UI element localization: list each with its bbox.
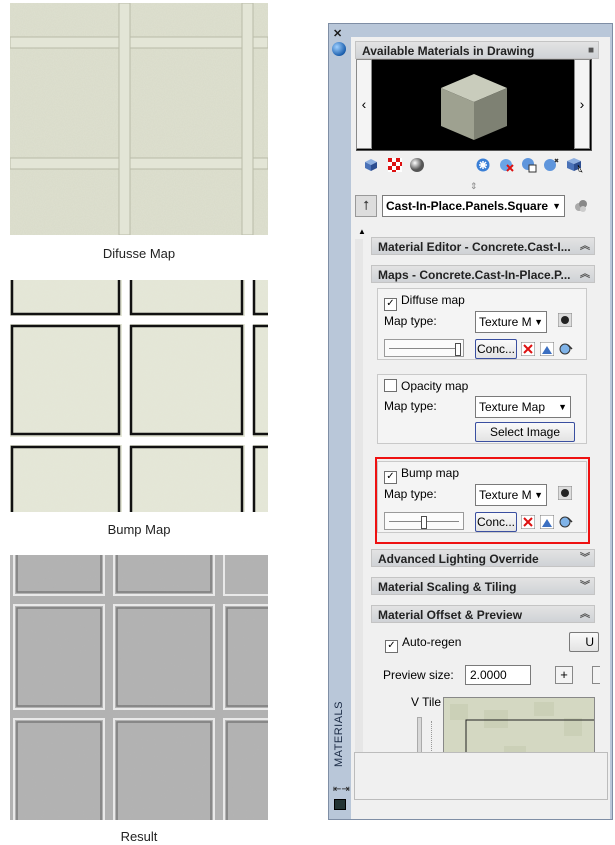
available-materials-title: Available Materials in Drawing	[362, 44, 535, 58]
caption-bump: Bump Map	[107, 522, 171, 537]
diffuse-map-type-label: Map type:	[384, 314, 437, 328]
opacity-map-label: Opacity map	[401, 379, 469, 393]
scaling-tiling-title: Material Scaling & Tiling	[378, 580, 517, 594]
diffuse-blend-thumb[interactable]	[455, 343, 461, 356]
opacity-map-checkbox[interactable]	[384, 379, 397, 392]
auto-regen-toggle[interactable]: ✓ Auto-regen	[385, 635, 461, 653]
material-selector[interactable]: Cast-In-Place.Panels.Square ▼	[382, 195, 565, 217]
apply-icon[interactable]	[475, 157, 491, 173]
opacity-map-group: Opacity map Map type: Texture Map ▼ Sele…	[377, 374, 587, 444]
create-material-icon[interactable]	[363, 157, 379, 173]
scaling-tiling-header[interactable]: Material Scaling & Tiling ︾	[371, 577, 595, 595]
menu-icon[interactable]	[334, 799, 346, 810]
swatch-prev-button[interactable]: ‹	[356, 59, 372, 149]
caption-diffuse: Difusse Map	[102, 246, 176, 261]
maps-title: Maps - Concrete.Cast-In-Place.P...	[378, 268, 571, 282]
delete-icon[interactable]	[499, 157, 515, 173]
swatch-next-button[interactable]: ›	[574, 59, 590, 149]
map-preview-icon[interactable]	[540, 342, 554, 356]
diffuse-map-image	[10, 3, 268, 235]
palette-title: MATERIALS	[333, 700, 345, 767]
checker-icon[interactable]	[387, 157, 403, 173]
maps-header[interactable]: Maps - Concrete.Cast-In-Place.P... ︽	[371, 265, 595, 283]
material-editor-header[interactable]: Material Editor - Concrete.Cast-I... ︽	[371, 237, 595, 255]
diffuse-map-checkbox[interactable]: ✓	[384, 298, 397, 311]
bump-map-image	[10, 280, 268, 512]
advanced-lighting-header[interactable]: Advanced Lighting Override ︾	[371, 549, 595, 567]
window-toggle-icon[interactable]: ■	[588, 42, 594, 60]
auto-regen-checkbox[interactable]: ✓	[385, 640, 398, 653]
palette-titlebar[interactable]: ✕ MATERIALS ⇤⇥	[329, 24, 351, 819]
opacity-map-type-value: Texture Map	[479, 400, 546, 414]
chevron-down-icon: ▼	[534, 317, 543, 327]
zoom-in-button[interactable]: +	[555, 666, 573, 684]
collapse-icon[interactable]: ︽	[580, 238, 590, 256]
opacity-map-type-select[interactable]: Texture Map ▼	[475, 396, 571, 418]
update-button[interactable]: U	[569, 632, 599, 652]
sphere-icon[interactable]	[409, 157, 425, 173]
opacity-map-toggle[interactable]: Opacity map	[384, 379, 468, 393]
v-tile-label: V Tile	[411, 695, 442, 709]
chevron-down-icon: ▼	[558, 402, 567, 412]
available-materials-header[interactable]: Available Materials in Drawing ■	[355, 41, 599, 59]
diffuse-select-file-button[interactable]: Conc...	[475, 339, 517, 359]
opacity-map-type-label: Map type:	[384, 399, 437, 413]
materials-palette: ✕ MATERIALS ⇤⇥ Available Materials in Dr…	[328, 23, 613, 820]
up-arrow-button[interactable]: ⭡	[355, 195, 377, 217]
properties-icon[interactable]: ⇤⇥	[333, 784, 350, 795]
auto-regen-label: Auto-regen	[402, 635, 462, 649]
select-image-button[interactable]: Select Image	[475, 422, 575, 442]
material-toolbar	[359, 157, 603, 177]
caption-result: Result	[120, 829, 158, 844]
zoom-out-button[interactable]	[592, 666, 600, 684]
diffuse-map-group: ✓ Diffuse map Map type: Texture M ▼ Conc.…	[377, 288, 587, 360]
material-swatch-preview[interactable]	[356, 59, 592, 151]
close-icon[interactable]: ✕	[333, 27, 342, 40]
attach-icon[interactable]	[521, 157, 537, 173]
collapse-icon[interactable]: ︽	[580, 266, 590, 284]
diffuse-map-type-value: Texture M	[479, 315, 532, 329]
material-selector-value: Cast-In-Place.Panels.Square	[386, 199, 549, 213]
slider-rail	[389, 348, 459, 349]
material-info-box	[354, 752, 608, 800]
material-editor-title: Material Editor - Concrete.Cast-I...	[378, 240, 571, 254]
globe-icon	[332, 42, 346, 56]
chevron-down-icon: ▼	[552, 201, 561, 211]
delete-map-icon[interactable]	[521, 342, 535, 356]
preview-size-label: Preview size:	[383, 668, 454, 682]
diffuse-map-label: Diffuse map	[401, 293, 465, 307]
diffuse-blend-slider[interactable]	[384, 339, 464, 357]
diffuse-map-type-select[interactable]: Texture M ▼	[475, 311, 547, 333]
purge-icon[interactable]	[572, 197, 590, 215]
select-objects-icon[interactable]	[567, 157, 583, 173]
palette-body: Available Materials in Drawing ■ ‹ › ⇕ ⭡…	[351, 37, 610, 819]
offset-preview-header[interactable]: Material Offset & Preview ︽	[371, 605, 595, 623]
expand-icon[interactable]: ︾	[580, 550, 590, 568]
preview-size-input[interactable]: 2.0000	[465, 665, 531, 685]
map-channel-icon[interactable]	[558, 313, 572, 327]
bump-map-highlight	[375, 457, 590, 544]
collapse-icon[interactable]: ︽	[580, 606, 590, 624]
expand-icon[interactable]: ︾	[580, 578, 590, 596]
scroll-up-icon[interactable]: ▲	[358, 227, 366, 236]
offset-preview-title: Material Offset & Preview	[378, 608, 523, 622]
result-image	[10, 555, 268, 820]
detach-icon[interactable]	[543, 157, 559, 173]
splitter-grip-icon[interactable]: ⇕	[470, 181, 478, 192]
adjust-bitmap-icon[interactable]	[559, 342, 573, 356]
advanced-lighting-title: Advanced Lighting Override	[378, 552, 539, 566]
diffuse-map-toggle[interactable]: ✓ Diffuse map	[384, 293, 465, 311]
vertical-scrollbar[interactable]: ▲ ▼	[355, 227, 366, 800]
